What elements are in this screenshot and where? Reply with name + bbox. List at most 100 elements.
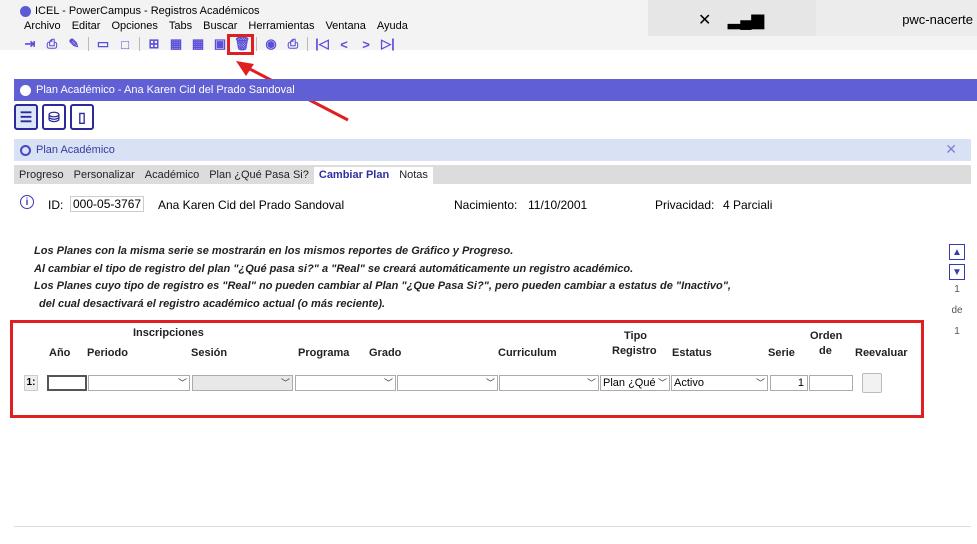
grid-icon[interactable]: ▦ [168, 36, 184, 52]
estatus-select[interactable]: Activo ﹀ [671, 375, 768, 391]
note-line: Al cambiar el tipo de registro del plan … [34, 262, 634, 275]
database-icon[interactable]: ⛁ [42, 104, 66, 130]
info-icon: i [20, 195, 34, 209]
grid2-icon[interactable]: ▦ [190, 36, 206, 52]
id-label: ID: [48, 198, 64, 212]
menu-herramientas[interactable]: Herramientas [248, 20, 314, 32]
nav-down-button[interactable]: ▼ [949, 264, 965, 280]
view-icon[interactable]: ◉ [263, 36, 279, 52]
anio-input[interactable] [47, 375, 87, 391]
note-line: Los Planes con la misma serie se mostrar… [34, 245, 514, 257]
new-icon[interactable]: ⊞ [146, 36, 162, 52]
plan-grid-highlight: Inscripciones Año Periodo Sesión Program… [10, 320, 924, 418]
privacy-label: Privacidad: [655, 198, 715, 212]
reevaluar-checkbox[interactable] [862, 373, 882, 393]
chevron-down-icon: ﹀ [383, 378, 393, 388]
subheader-icon [20, 144, 31, 156]
student-info-row: i ID: 000-05-3767 Ana Karen Cid del Prad… [14, 195, 971, 219]
toolbar-separator [88, 37, 89, 51]
tab-que-pasa-si[interactable]: Plan ¿Qué Pasa Si? [204, 167, 314, 184]
app-logo-icon [20, 5, 31, 17]
menu-archivo[interactable]: Archivo [24, 20, 61, 32]
chevron-down-icon: ﹀ [280, 378, 290, 388]
note-line: Los Planes cuyo tipo de registro es "Rea… [34, 280, 731, 292]
open-icon[interactable]: ▭ [95, 36, 111, 52]
user-label: pwc-nacerte [902, 12, 973, 27]
tab-personalizar[interactable]: Personalizar [69, 167, 140, 184]
tab-cambiar-plan[interactable]: Cambiar Plan [313, 167, 395, 184]
pager-total: 1 [954, 326, 960, 337]
window-title: ICEL - PowerCampus - Registros Académico… [35, 5, 260, 17]
tab-progreso[interactable]: Progreso [14, 167, 69, 184]
birth-value: 11/10/2001 [528, 198, 588, 212]
print2-icon[interactable]: ⎙ [285, 36, 301, 52]
menu-tabs[interactable]: Tabs [169, 20, 192, 32]
menu-editar[interactable]: Editar [72, 20, 101, 32]
tab-notas[interactable]: Notas [394, 167, 433, 184]
menu-ayuda[interactable]: Ayuda [377, 20, 408, 32]
print-icon[interactable]: ⎙ [44, 36, 60, 52]
folder-icon[interactable]: □ [117, 36, 133, 52]
birth-label: Nacimiento: [454, 198, 518, 212]
menu-buscar[interactable]: Buscar [203, 20, 237, 32]
edit-icon[interactable]: ✎ [66, 36, 82, 52]
row-number: 1: [24, 375, 38, 391]
note-line: del cual desactivará el registro académi… [39, 297, 386, 310]
programa-select[interactable]: ﹀ [295, 375, 396, 391]
chevron-down-icon: ﹀ [177, 378, 187, 388]
close-icon[interactable]: ✕ [945, 141, 957, 158]
col-registro: Registro [612, 345, 657, 357]
signal-icon: ▂▄▆ [728, 12, 764, 29]
checklist-icon[interactable]: ☰ [14, 104, 38, 130]
system-tray: ✕ ▂▄▆ pwc-nacerte [648, 0, 977, 36]
clipboard-icon[interactable]: ▯ [70, 104, 94, 130]
tipo-registro-value: Plan ¿Qué [603, 377, 656, 389]
exit-icon[interactable]: ⇥ [22, 36, 38, 52]
col-curriculum: Curriculum [498, 347, 557, 359]
toolbar-separator [307, 37, 308, 51]
col-reevaluar: Reevaluar [855, 347, 908, 359]
serie-input[interactable]: 1 [770, 375, 808, 391]
student-name: Ana Karen Cid del Prado Sandoval [158, 198, 345, 212]
tab-academico[interactable]: Académico [140, 167, 204, 184]
menu-ventana[interactable]: Ventana [325, 20, 365, 32]
privacy-value: 4 Parciali [723, 198, 773, 212]
student-id-field[interactable]: 000-05-3767 [70, 196, 145, 212]
notes-block: Los Planes con la misma serie se mostrar… [34, 243, 731, 313]
prev-icon[interactable]: < [336, 36, 352, 52]
col-tipo: Tipo [624, 330, 648, 342]
plan-logo-icon [20, 84, 31, 96]
toolbar-separator [139, 37, 140, 51]
sesion-select[interactable]: ﹀ [192, 375, 293, 391]
col-de: de [819, 345, 832, 357]
tipo-registro-select[interactable]: Plan ¿Qué ﹀ [600, 375, 670, 391]
estatus-value: Activo [674, 377, 704, 389]
orden-input[interactable] [809, 375, 853, 391]
next-icon[interactable]: > [358, 36, 374, 52]
col-anio: Año [49, 347, 71, 359]
last-icon[interactable]: ▷| [380, 36, 396, 52]
col-group-inscripciones: Inscripciones [133, 327, 204, 339]
save-icon[interactable]: ▣ [212, 36, 228, 52]
pin-off-icon[interactable]: ✕ [698, 10, 711, 30]
col-serie: Serie [768, 347, 795, 359]
col-programa: Programa [298, 347, 350, 359]
first-icon[interactable]: |◁ [314, 36, 330, 52]
col-sesion: Sesión [191, 347, 228, 359]
curriculum-select[interactable]: ﹀ [499, 375, 599, 391]
chevron-down-icon: ﹀ [657, 378, 667, 388]
chevron-down-icon: ﹀ [485, 378, 495, 388]
plan-academico-bar: Plan Académico - Ana Karen Cid del Prado… [14, 79, 977, 101]
col-periodo: Periodo [87, 347, 128, 359]
plan-academico-subheader: Plan Académico ✕ [14, 139, 971, 161]
bottom-divider [14, 526, 971, 527]
menu-bar: Archivo Editar Opciones Tabs Buscar Herr… [24, 20, 408, 32]
grado-select[interactable]: ﹀ [397, 375, 498, 391]
toolbar-separator [256, 37, 257, 51]
menu-opciones[interactable]: Opciones [111, 20, 157, 32]
nav-up-button[interactable]: ▲ [949, 244, 965, 260]
col-orden: Orden [810, 330, 843, 342]
chevron-down-icon: ﹀ [755, 378, 765, 388]
record-navigator: ▲ ▼ 1 de 1 [942, 244, 972, 337]
periodo-select[interactable]: ﹀ [88, 375, 190, 391]
